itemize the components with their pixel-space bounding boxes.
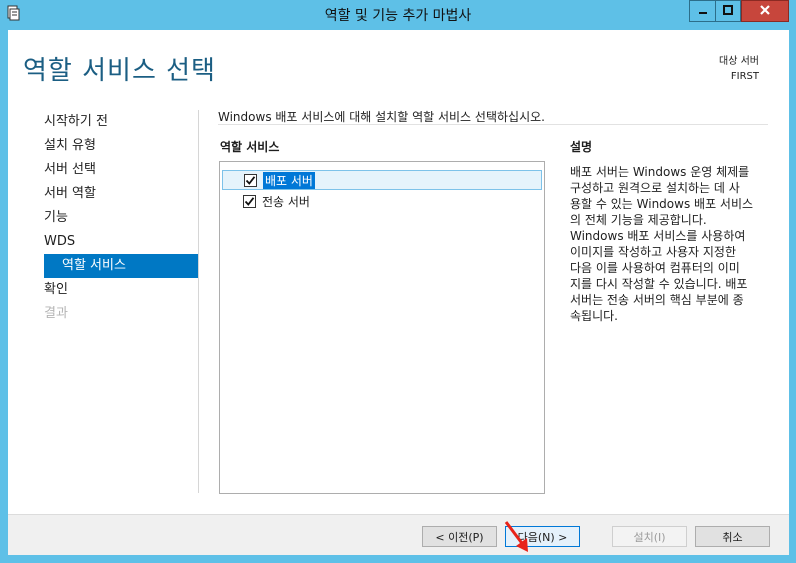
target-server-info: 대상 서버 FIRST — [719, 54, 759, 84]
nav-item-role-services[interactable]: 역할 서비스 — [44, 254, 198, 278]
transport-server-checkbox[interactable] — [243, 194, 256, 208]
nav-item-server-roles[interactable]: 서버 역할 — [28, 182, 198, 206]
nav-item-confirmation[interactable]: 확인 — [28, 278, 198, 302]
description-line: 다음 이를 사용하여 컴퓨터의 이미 — [570, 261, 740, 275]
previous-button[interactable]: < 이전(P) — [422, 526, 497, 547]
minimize-button[interactable] — [689, 0, 715, 22]
checkmark-icon — [244, 196, 255, 206]
minimize-icon — [698, 4, 708, 18]
target-server-label: 대상 서버 — [719, 56, 759, 67]
description-line: 서버는 전송 서버의 핵심 부분에 종 — [570, 293, 744, 307]
nav-item-before-you-begin[interactable]: 시작하기 전 — [28, 110, 198, 134]
nav-item-features[interactable]: 기능 — [28, 206, 198, 230]
window-title: 역할 및 기능 추가 마법사 — [324, 8, 472, 24]
install-button: 설치(I) — [612, 526, 687, 547]
maximize-button[interactable] — [715, 0, 741, 22]
deployment-server-label: 배포 서버 — [263, 171, 315, 189]
role-services-list[interactable]: 배포 서버 전송 서버 — [219, 161, 545, 494]
close-icon — [759, 4, 771, 19]
description-line: 배포 서버는 Windows 운영 체제를 — [570, 165, 750, 179]
list-item-deployment-server[interactable]: 배포 서버 — [222, 170, 542, 190]
description-line: Windows 배포 서비스를 사용하여 — [570, 229, 746, 243]
wizard-footer: < 이전(P) 다음(N) > 설치(I) 취소 — [8, 514, 789, 555]
target-server-name: FIRST — [730, 71, 759, 82]
nav-item-wds[interactable]: WDS — [28, 230, 198, 254]
nav-item-server-selection[interactable]: 서버 선택 — [28, 158, 198, 182]
page-title: 역할 서비스 선택 — [23, 56, 216, 86]
close-button[interactable] — [741, 0, 789, 22]
list-item-transport-server[interactable]: 전송 서버 — [222, 191, 542, 211]
checkmark-icon — [245, 175, 256, 185]
role-services-header: 역할 서비스 — [220, 140, 280, 154]
description-line: 구성하고 원격으로 설치하는 데 사 — [570, 181, 740, 195]
deployment-server-checkbox[interactable] — [244, 173, 257, 187]
description-text: 배포 서버는 Windows 운영 체제를 구성하고 원격으로 설치하는 데 사… — [570, 164, 770, 324]
title-bar[interactable]: 역할 및 기능 추가 마법사 — [0, 0, 796, 28]
wizard-client-area: 역할 서비스 선택 대상 서버 FIRST 시작하기 전 설치 유형 서버 선택… — [8, 30, 789, 555]
instruction-text: Windows 배포 서비스에 대해 설치할 역할 서비스 선택하십시오. — [218, 110, 545, 124]
nav-item-results: 결과 — [44, 306, 68, 321]
description-header: 설명 — [570, 140, 593, 154]
maximize-icon — [723, 4, 733, 18]
cancel-button[interactable]: 취소 — [695, 526, 770, 547]
annotation-arrow-icon — [502, 519, 536, 558]
description-line: 의 전체 기능을 제공합니다. — [570, 213, 707, 227]
description-line: 속됩니다. — [570, 309, 618, 323]
description-line: 용할 수 있는 Windows 배포 서비스 — [570, 197, 754, 211]
transport-server-label: 전송 서버 — [262, 194, 310, 209]
wizard-nav: 시작하기 전 설치 유형 서버 선택 서버 역할 기능 WDS 역할 서비스 확… — [28, 110, 198, 326]
description-line: 지를 다시 작성할 수 있습니다. 배포 — [570, 277, 748, 291]
description-line: 이미지를 작성하고 사용자 지정한 — [570, 245, 737, 259]
nav-item-installation-type[interactable]: 설치 유형 — [28, 134, 198, 158]
nav-divider — [198, 110, 199, 493]
instruction-divider — [218, 124, 768, 125]
